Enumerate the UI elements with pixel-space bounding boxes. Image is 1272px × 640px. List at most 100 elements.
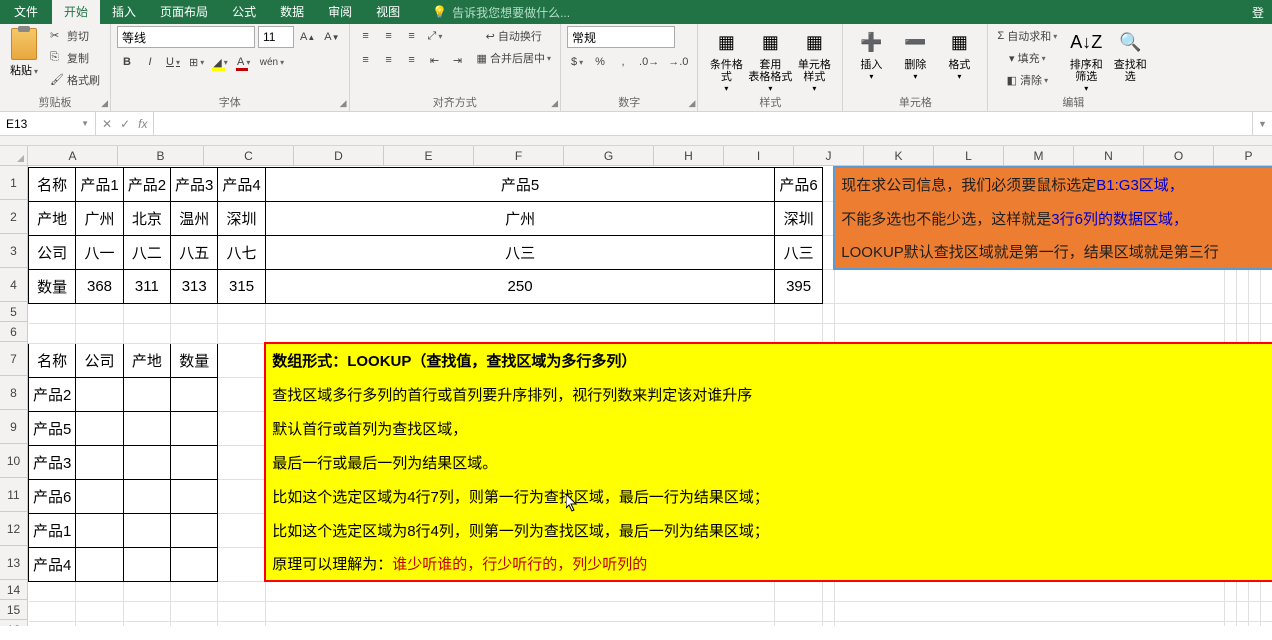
cut-button[interactable]: ✂剪切 <box>46 26 104 46</box>
cell-H1[interactable] <box>822 167 834 201</box>
comma-button[interactable]: , <box>613 52 633 72</box>
cell-F11[interactable]: 比如这个选定区域为4行7列，则第一行为查找区域，最后一行为结果区域； <box>265 479 775 513</box>
cell-F12[interactable]: 比如这个选定区域为8行4列，则第一列为查找区域，最后一列为结果区域； <box>265 513 775 547</box>
grow-font-button[interactable]: A▲ <box>297 27 318 47</box>
cell-J2[interactable] <box>1225 201 1237 235</box>
table-format-button[interactable]: ▦套用 表格格式▾ <box>748 26 792 95</box>
cell-C1[interactable]: 产品2 <box>123 167 170 201</box>
col-header-E[interactable]: E <box>384 146 474 166</box>
cell-F6[interactable] <box>265 323 775 343</box>
cell-D5[interactable] <box>171 303 218 323</box>
cell-A11[interactable]: 产品6 <box>29 479 76 513</box>
cell-K7[interactable] <box>1237 343 1249 377</box>
cell-D4[interactable]: 313 <box>171 269 218 303</box>
cell-I9[interactable] <box>834 411 1225 445</box>
cell-H16[interactable] <box>822 621 834 626</box>
cell-I11[interactable] <box>834 479 1225 513</box>
cell-F4[interactable]: 250 <box>265 269 775 303</box>
cell-M9[interactable] <box>1261 411 1272 445</box>
cell-B12[interactable] <box>76 513 123 547</box>
cell-A10[interactable]: 产品3 <box>29 445 76 479</box>
cell-C7[interactable]: 产地 <box>123 343 170 377</box>
row-header-13[interactable]: 13 <box>0 546 28 580</box>
cell-K1[interactable] <box>1237 167 1249 201</box>
cell-C14[interactable] <box>123 581 170 601</box>
row-header-6[interactable]: 6 <box>0 322 28 342</box>
align-left-button[interactable]: ≡ <box>356 50 376 70</box>
col-header-K[interactable]: K <box>864 146 934 166</box>
name-box[interactable]: E13 ▼ <box>0 112 96 135</box>
cell-H11[interactable] <box>822 479 834 513</box>
align-right-button[interactable]: ≡ <box>402 50 422 70</box>
cell-I16[interactable] <box>834 621 1225 626</box>
cell-M4[interactable] <box>1261 269 1272 303</box>
tab-insert[interactable]: 插入 <box>100 0 148 24</box>
copy-button[interactable]: ⎘复制 <box>46 48 104 68</box>
cell-I15[interactable] <box>834 601 1225 621</box>
cell-E1[interactable]: 产品4 <box>218 167 265 201</box>
col-header-F[interactable]: F <box>474 146 564 166</box>
cell-J12[interactable] <box>1225 513 1237 547</box>
cell-F10[interactable]: 最后一行或最后一列为结果区域。 <box>265 445 775 479</box>
cell-G7[interactable] <box>775 343 822 377</box>
cell-M15[interactable] <box>1261 601 1272 621</box>
fill-button[interactable]: ▾ 填充 <box>994 48 1060 68</box>
cell-A3[interactable]: 公司 <box>29 235 76 269</box>
expand-formula-bar[interactable]: ▼ <box>1252 112 1272 135</box>
cell-L12[interactable] <box>1249 513 1261 547</box>
cell-I13[interactable] <box>834 547 1225 581</box>
row-header-3[interactable]: 3 <box>0 234 28 268</box>
cell-I10[interactable] <box>834 445 1225 479</box>
cell-L4[interactable] <box>1249 269 1261 303</box>
cell-G6[interactable] <box>775 323 822 343</box>
enter-button[interactable]: ✓ <box>120 117 130 131</box>
cell-J13[interactable] <box>1225 547 1237 581</box>
cell-I6[interactable] <box>834 323 1225 343</box>
cell-D7[interactable]: 数量 <box>171 343 218 377</box>
column-headers[interactable]: ABCDEFGHIJKLMNOP <box>28 146 1272 166</box>
cell-E7[interactable] <box>218 343 265 377</box>
cell-H4[interactable] <box>822 269 834 303</box>
align-middle-button[interactable]: ≡ <box>379 26 399 46</box>
cell-L13[interactable] <box>1249 547 1261 581</box>
cell-F7[interactable]: 数组形式：LOOKUP（查找值，查找区域为多行多列） <box>265 343 775 377</box>
align-center-button[interactable]: ≡ <box>379 50 399 70</box>
cell-C2[interactable]: 北京 <box>123 201 170 235</box>
cell-E6[interactable] <box>218 323 265 343</box>
cell-L15[interactable] <box>1249 601 1261 621</box>
cell-C5[interactable] <box>123 303 170 323</box>
col-header-N[interactable]: N <box>1074 146 1144 166</box>
dialog-launcher-icon[interactable]: ◢ <box>688 96 695 110</box>
cell-A12[interactable]: 产品1 <box>29 513 76 547</box>
cell-A16[interactable] <box>29 621 76 626</box>
cell-G5[interactable] <box>775 303 822 323</box>
cell-F15[interactable] <box>265 601 775 621</box>
cell-D12[interactable] <box>171 513 218 547</box>
cell-G16[interactable] <box>775 621 822 626</box>
cell-K3[interactable] <box>1237 235 1249 269</box>
cell-A15[interactable] <box>29 601 76 621</box>
cell-J4[interactable] <box>1225 269 1237 303</box>
cell-J10[interactable] <box>1225 445 1237 479</box>
cell-M7[interactable] <box>1261 343 1272 377</box>
col-header-L[interactable]: L <box>934 146 1004 166</box>
chevron-down-icon[interactable]: ▼ <box>81 119 89 128</box>
tab-review[interactable]: 审阅 <box>316 0 364 24</box>
cell-K15[interactable] <box>1237 601 1249 621</box>
cell-M2[interactable] <box>1261 201 1272 235</box>
dialog-launcher-icon[interactable]: ◢ <box>340 96 347 110</box>
cell-L9[interactable] <box>1249 411 1261 445</box>
cell-H3[interactable] <box>822 235 834 269</box>
orientation-button[interactable]: ⤢ <box>425 26 446 46</box>
cell-L1[interactable] <box>1249 167 1261 201</box>
login-button[interactable]: 登 <box>1244 4 1272 21</box>
cell-H2[interactable] <box>822 201 834 235</box>
cell-G13[interactable] <box>775 547 822 581</box>
col-header-A[interactable]: A <box>28 146 118 166</box>
bold-button[interactable]: B <box>117 52 137 72</box>
italic-button[interactable]: I <box>140 52 160 72</box>
tab-data[interactable]: 数据 <box>268 0 316 24</box>
cell-K5[interactable] <box>1237 303 1249 323</box>
cell-B4[interactable]: 368 <box>76 269 123 303</box>
cell-A4[interactable]: 数量 <box>29 269 76 303</box>
